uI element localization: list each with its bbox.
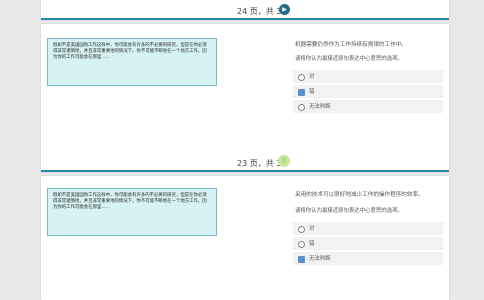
panel-divider [41, 18, 449, 20]
panel-divider [41, 170, 449, 172]
option-true[interactable]: 对 [293, 70, 443, 84]
option-false[interactable]: 错 [293, 237, 443, 251]
option-cannot-say[interactable]: 无法判断 [293, 100, 443, 114]
radio-icon[interactable] [298, 73, 305, 81]
question-panel-1: 假如不是美国国防工作这样中，你可能会有许多的不必要的研究，但是在你必须得非常谨慎… [41, 24, 449, 172]
reading-passage: 假如不是美国国防工作这样中，你可能会有许多的不必要的研究，但是在你必须得非常谨慎… [47, 188, 217, 236]
top-question-panel: 24 页，共 30 ▶ [41, 0, 449, 20]
question-instruction: 请将你认为最接近原句表达中心意思的选项。 [295, 56, 403, 62]
question-panel-2: 假如不是美国国防工作这样中，你可能会有许多的不必要的研究，但是在你必须得非常谨慎… [41, 176, 449, 300]
option-true[interactable]: 对 [293, 222, 443, 236]
radio-checked-icon[interactable] [298, 88, 305, 96]
hand-cursor-icon[interactable]: ☝ [278, 155, 290, 167]
question-statement: 机器需要仍然作为工作持续有规律的工作中。 [295, 42, 407, 48]
play-icon[interactable]: ▶ [279, 4, 290, 15]
option-cannot-say[interactable]: 无法判断 [293, 252, 443, 266]
radio-icon[interactable] [298, 240, 305, 248]
radio-icon[interactable] [298, 103, 305, 111]
radio-icon[interactable] [298, 225, 305, 233]
radio-checked-icon[interactable] [298, 255, 305, 263]
question-instruction: 请将你认为最接近原句表达中心意思的选项。 [295, 208, 403, 214]
option-false[interactable]: 错 [293, 85, 443, 99]
question-statement: 采用的技术可以很好地减少工作的操作程序的效率。 [295, 192, 424, 198]
reading-passage: 假如不是美国国防工作这样中，你可能会有许多的不必要的研究，但是在你必须得非常谨慎… [47, 38, 217, 86]
